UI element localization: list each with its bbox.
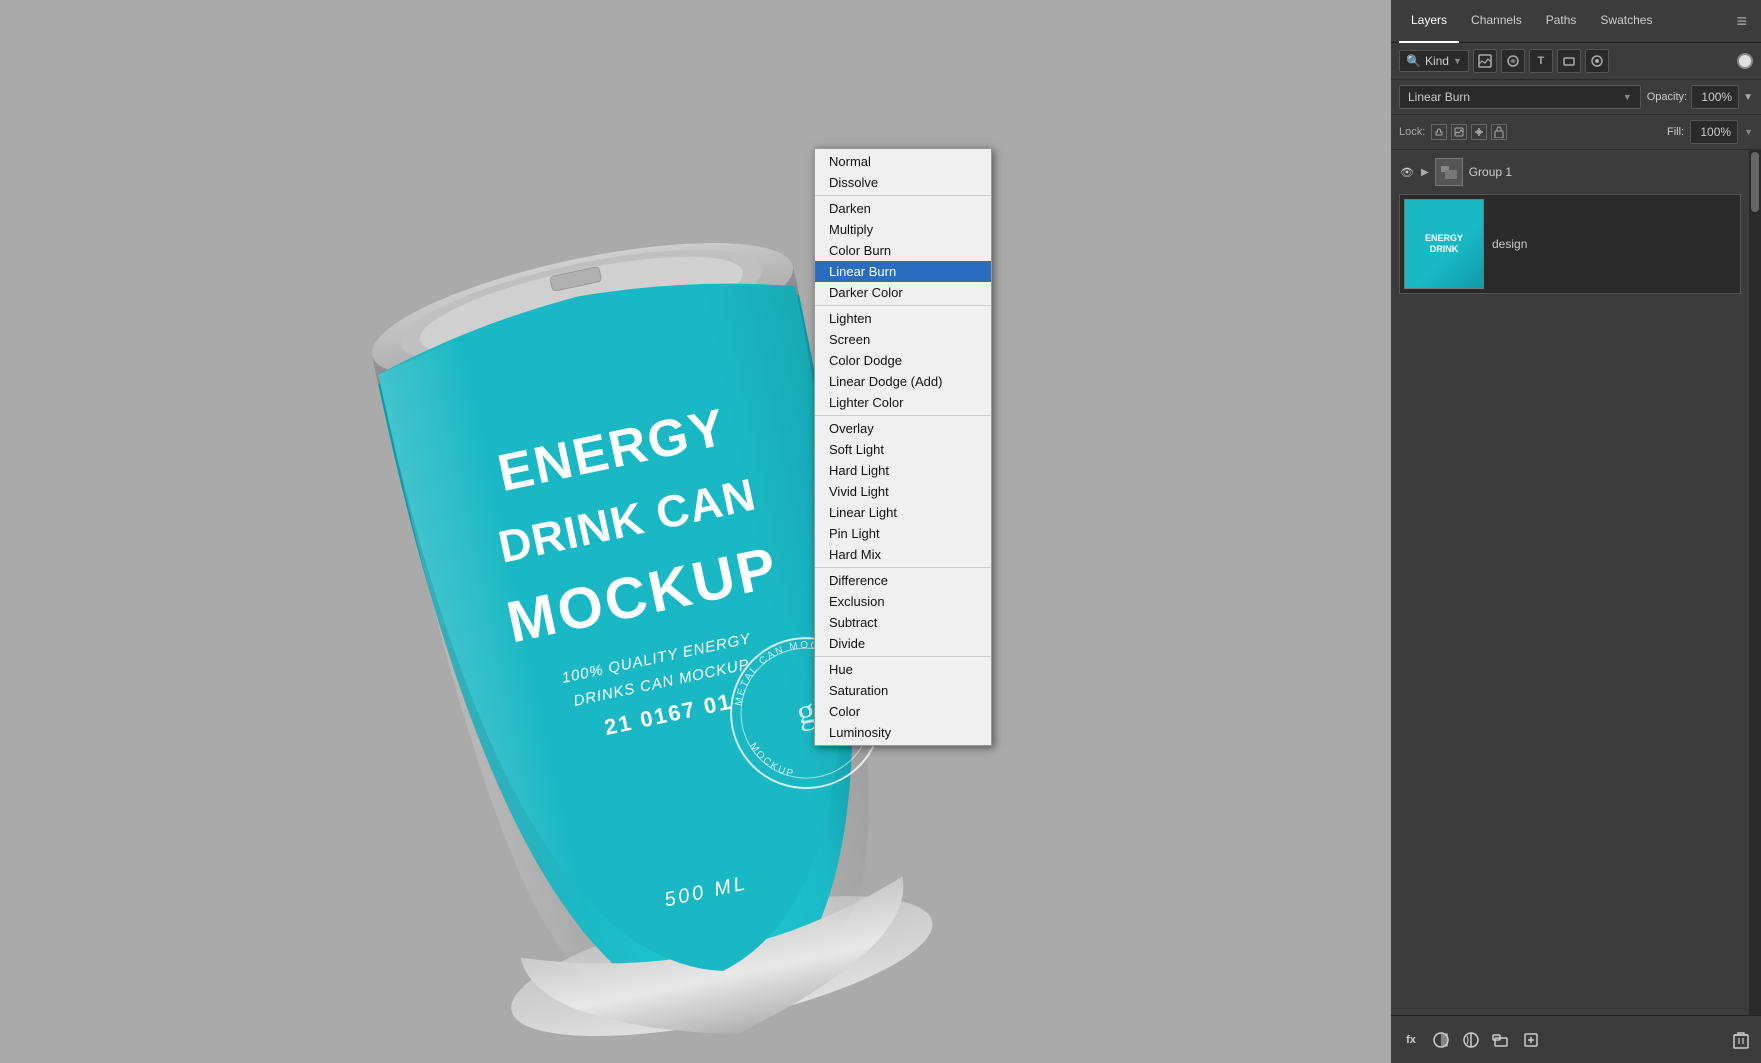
blend-option-linear-dodge[interactable]: Linear Dodge (Add) [815,371,991,392]
lock-image-btn[interactable] [1451,124,1467,140]
blend-option-difference[interactable]: Difference [815,570,991,591]
adjustment-filter-btn[interactable] [1501,49,1525,73]
blend-group-lighten: Lighten Screen Color Dodge Linear Dodge … [815,306,991,416]
blend-option-linear-light[interactable]: Linear Light [815,502,991,523]
fill-row: Lock: Fill: 100% ▼ [1391,115,1761,150]
blend-option-dissolve[interactable]: Dissolve [815,172,991,193]
filter-toggle[interactable] [1737,53,1753,69]
fx-button[interactable]: fx [1399,1028,1423,1052]
blend-option-subtract[interactable]: Subtract [815,612,991,633]
layers-panel: Layers Channels Paths Swatches ≡ 🔍 Kind … [1391,0,1761,1063]
blend-mode-select[interactable]: Linear Burn ▼ [1399,85,1641,109]
blend-group-difference: Difference Exclusion Subtract Divide [815,568,991,657]
fill-chevron-icon: ▼ [1744,127,1753,137]
fill-value[interactable]: 100% [1690,120,1738,144]
blend-chevron-icon: ▼ [1623,92,1632,102]
blend-option-pin-light[interactable]: Pin Light [815,523,991,544]
type-filter-btn[interactable]: T [1529,49,1553,73]
blend-option-divide[interactable]: Divide [815,633,991,654]
tab-channels[interactable]: Channels [1459,0,1534,43]
smart-filter-btn[interactable] [1585,49,1609,73]
blend-option-color-dodge[interactable]: Color Dodge [815,350,991,371]
blend-option-color-burn[interactable]: Color Burn [815,240,991,261]
tab-layers[interactable]: Layers [1399,0,1459,43]
blend-group-overlay: Overlay Soft Light Hard Light Vivid Ligh… [815,416,991,568]
blend-option-luminosity[interactable]: Luminosity [815,722,991,743]
delete-layer-button[interactable] [1729,1028,1753,1052]
blend-option-saturation[interactable]: Saturation [815,680,991,701]
blend-option-normal[interactable]: Normal [815,151,991,172]
panel-menu-icon[interactable]: ≡ [1730,11,1753,32]
new-layer-button[interactable] [1519,1028,1543,1052]
blend-option-hard-light[interactable]: Hard Light [815,460,991,481]
opacity-row: Opacity: 100% ▼ [1647,85,1753,109]
layers-list: 👁 ▶ Group 1 ENERGYDRINK design [1391,150,1749,1015]
blend-option-darker-color[interactable]: Darker Color [815,282,991,303]
blend-option-lighter-color[interactable]: Lighter Color [815,392,991,413]
add-mask-button[interactable] [1429,1028,1453,1052]
blend-option-screen[interactable]: Screen [815,329,991,350]
blend-option-soft-light[interactable]: Soft Light [815,439,991,460]
eye-icon[interactable]: 👁 [1399,164,1415,180]
scrollbar-thumb[interactable] [1751,152,1759,212]
lock-transparent-btn[interactable] [1431,124,1447,140]
new-group-button[interactable] [1489,1028,1513,1052]
blend-option-hue[interactable]: Hue [815,659,991,680]
group-thumbnail [1435,158,1463,186]
layer-design-preview: ENERGYDRINK design [1399,194,1741,294]
image-filter-btn[interactable] [1473,49,1497,73]
lock-all-btn[interactable] [1491,124,1507,140]
tab-paths[interactable]: Paths [1534,0,1589,43]
shape-filter-btn[interactable] [1557,49,1581,73]
expand-icon[interactable]: ▶ [1421,167,1429,178]
blend-option-vivid-light[interactable]: Vivid Light [815,481,991,502]
canvas-area: ENERGY DRINK CAN MOCKUP 100% QUALITY ENE… [0,0,1391,1063]
blend-mode-dropdown: Normal Dissolve Darken Multiply Color Bu… [814,148,992,746]
blend-mode-row: Linear Burn ▼ Opacity: 100% ▼ [1391,80,1761,115]
panel-toolbar: fx [1391,1015,1761,1063]
opacity-value[interactable]: 100% [1691,85,1739,109]
tab-swatches[interactable]: Swatches [1588,0,1664,43]
blend-option-darken[interactable]: Darken [815,198,991,219]
adjustment-layer-button[interactable] [1459,1028,1483,1052]
blend-group-color: Hue Saturation Color Luminosity [815,657,991,745]
opacity-chevron-icon: ▼ [1743,92,1753,103]
layers-scrollbar[interactable] [1749,150,1761,1015]
layer-group-1[interactable]: 👁 ▶ Group 1 [1391,154,1749,190]
kind-filter-select[interactable]: 🔍 Kind ▼ [1399,50,1469,72]
blend-group-normal: Normal Dissolve [815,149,991,196]
panel-tabs: Layers Channels Paths Swatches ≡ [1391,0,1761,43]
can-container: ENERGY DRINK CAN MOCKUP 100% QUALITY ENE… [0,0,1391,1063]
blend-option-color[interactable]: Color [815,701,991,722]
filter-row: 🔍 Kind ▼ T [1391,43,1761,80]
lock-position-btn[interactable] [1471,124,1487,140]
blend-option-multiply[interactable]: Multiply [815,219,991,240]
layers-scroll-area: 👁 ▶ Group 1 ENERGYDRINK design [1391,150,1761,1015]
blend-option-exclusion[interactable]: Exclusion [815,591,991,612]
blend-option-overlay[interactable]: Overlay [815,418,991,439]
blend-group-darken: Darken Multiply Color Burn Linear Burn D… [815,196,991,306]
blend-option-hard-mix[interactable]: Hard Mix [815,544,991,565]
blend-option-lighten[interactable]: Lighten [815,308,991,329]
blend-option-linear-burn[interactable]: Linear Burn [815,261,991,282]
